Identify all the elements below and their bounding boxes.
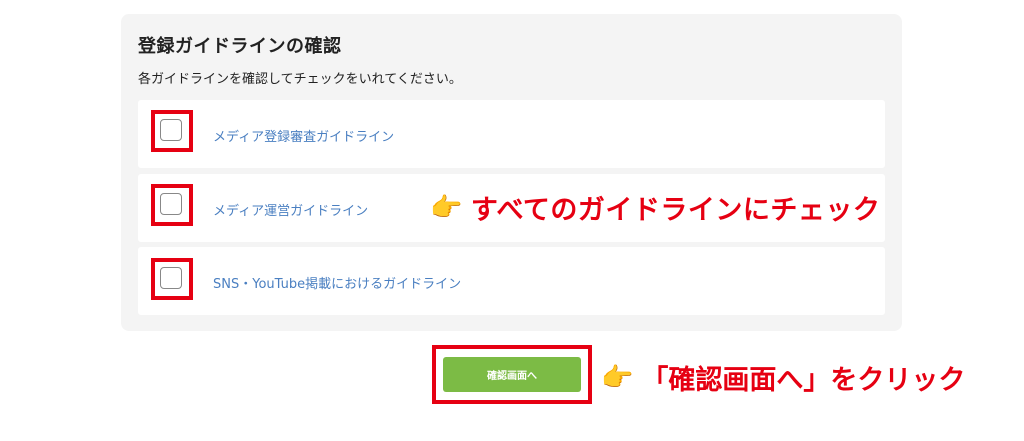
guideline-link-media-review[interactable]: メディア登録審査ガイドライン bbox=[213, 126, 394, 145]
pointing-hand-icon: 👉 bbox=[430, 192, 463, 223]
checkbox-highlight-frame bbox=[151, 184, 193, 226]
checkbox-highlight-frame bbox=[151, 258, 193, 300]
confirm-screen-button[interactable]: 確認画面へ bbox=[443, 357, 581, 392]
annotation-check-all-text: すべてのガイドラインにチェック bbox=[470, 195, 881, 226]
guideline-confirmation-panel: 登録ガイドラインの確認 各ガイドラインを確認してチェックをいれてください。 メデ… bbox=[121, 14, 902, 331]
confirm-button-highlight-frame: 確認画面へ bbox=[432, 345, 592, 404]
guideline-link-sns-youtube[interactable]: SNS・YouTube掲載におけるガイドライン bbox=[213, 273, 461, 292]
panel-description: 各ガイドラインを確認してチェックをいれてください。 bbox=[138, 72, 462, 87]
guideline-checkbox-media-operation[interactable] bbox=[160, 193, 182, 215]
guideline-link-media-operation[interactable]: メディア運営ガイドライン bbox=[213, 200, 368, 219]
annotation-check-all: 👉 すべてのガイドラインにチェック bbox=[430, 188, 880, 227]
guideline-checkbox-media-review[interactable] bbox=[160, 119, 182, 141]
checkbox-highlight-frame bbox=[151, 110, 193, 152]
guideline-checkbox-sns-youtube[interactable] bbox=[160, 267, 182, 289]
pointing-hand-icon: 👉 bbox=[601, 362, 634, 393]
guideline-row-sns-youtube: SNS・YouTube掲載におけるガイドライン bbox=[138, 247, 885, 315]
panel-title: 登録ガイドラインの確認 bbox=[138, 36, 342, 57]
annotation-click-confirm-text: 「確認画面へ」をクリック bbox=[641, 365, 966, 396]
guideline-row-media-review: メディア登録審査ガイドライン bbox=[138, 100, 885, 168]
annotation-click-confirm: 👉 「確認画面へ」をクリック bbox=[601, 358, 965, 397]
